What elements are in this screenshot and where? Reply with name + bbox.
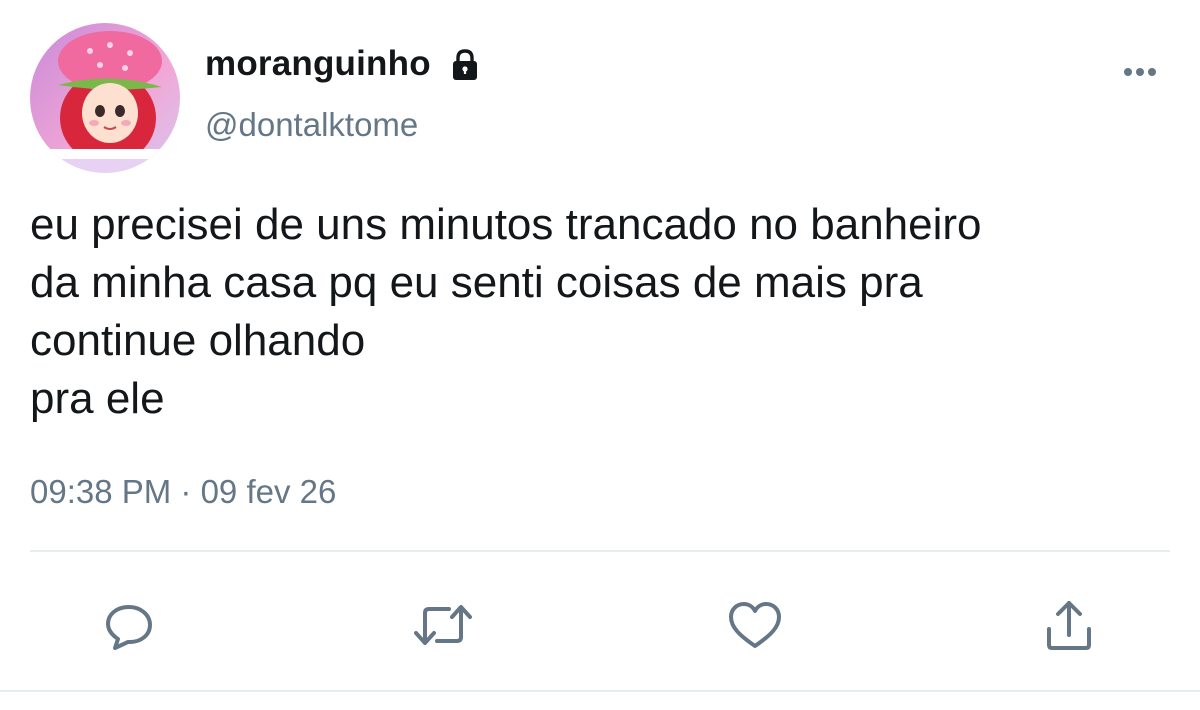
- lock-icon: [447, 47, 483, 83]
- share-button[interactable]: [1034, 590, 1104, 660]
- tweet-card: moranguinho @dontalktome eu precisei de …: [0, 0, 1200, 710]
- retweet-button[interactable]: [408, 590, 478, 660]
- user-name-row: moranguinho: [205, 42, 483, 86]
- tweet-timestamp[interactable]: 09:38 PM · 09 fev 26: [30, 473, 336, 511]
- avatar[interactable]: [30, 23, 180, 173]
- share-icon: [1047, 601, 1091, 650]
- tweet-text: eu precisei de uns minutos trancado no b…: [30, 200, 982, 423]
- divider: [30, 550, 1170, 552]
- strawberry-girl-avatar-icon: [30, 23, 180, 173]
- more-horizontal-icon[interactable]: [1120, 62, 1160, 82]
- user-handle[interactable]: @dontalktome: [205, 106, 418, 144]
- heart-icon: [729, 602, 781, 648]
- retweet-icon: [414, 605, 472, 645]
- display-name[interactable]: moranguinho: [205, 44, 431, 84]
- reply-icon: [106, 605, 152, 650]
- bottom-divider: [0, 690, 1200, 692]
- tweet-actions: [0, 590, 1200, 660]
- like-button[interactable]: [720, 590, 790, 660]
- reply-button[interactable]: [94, 590, 164, 660]
